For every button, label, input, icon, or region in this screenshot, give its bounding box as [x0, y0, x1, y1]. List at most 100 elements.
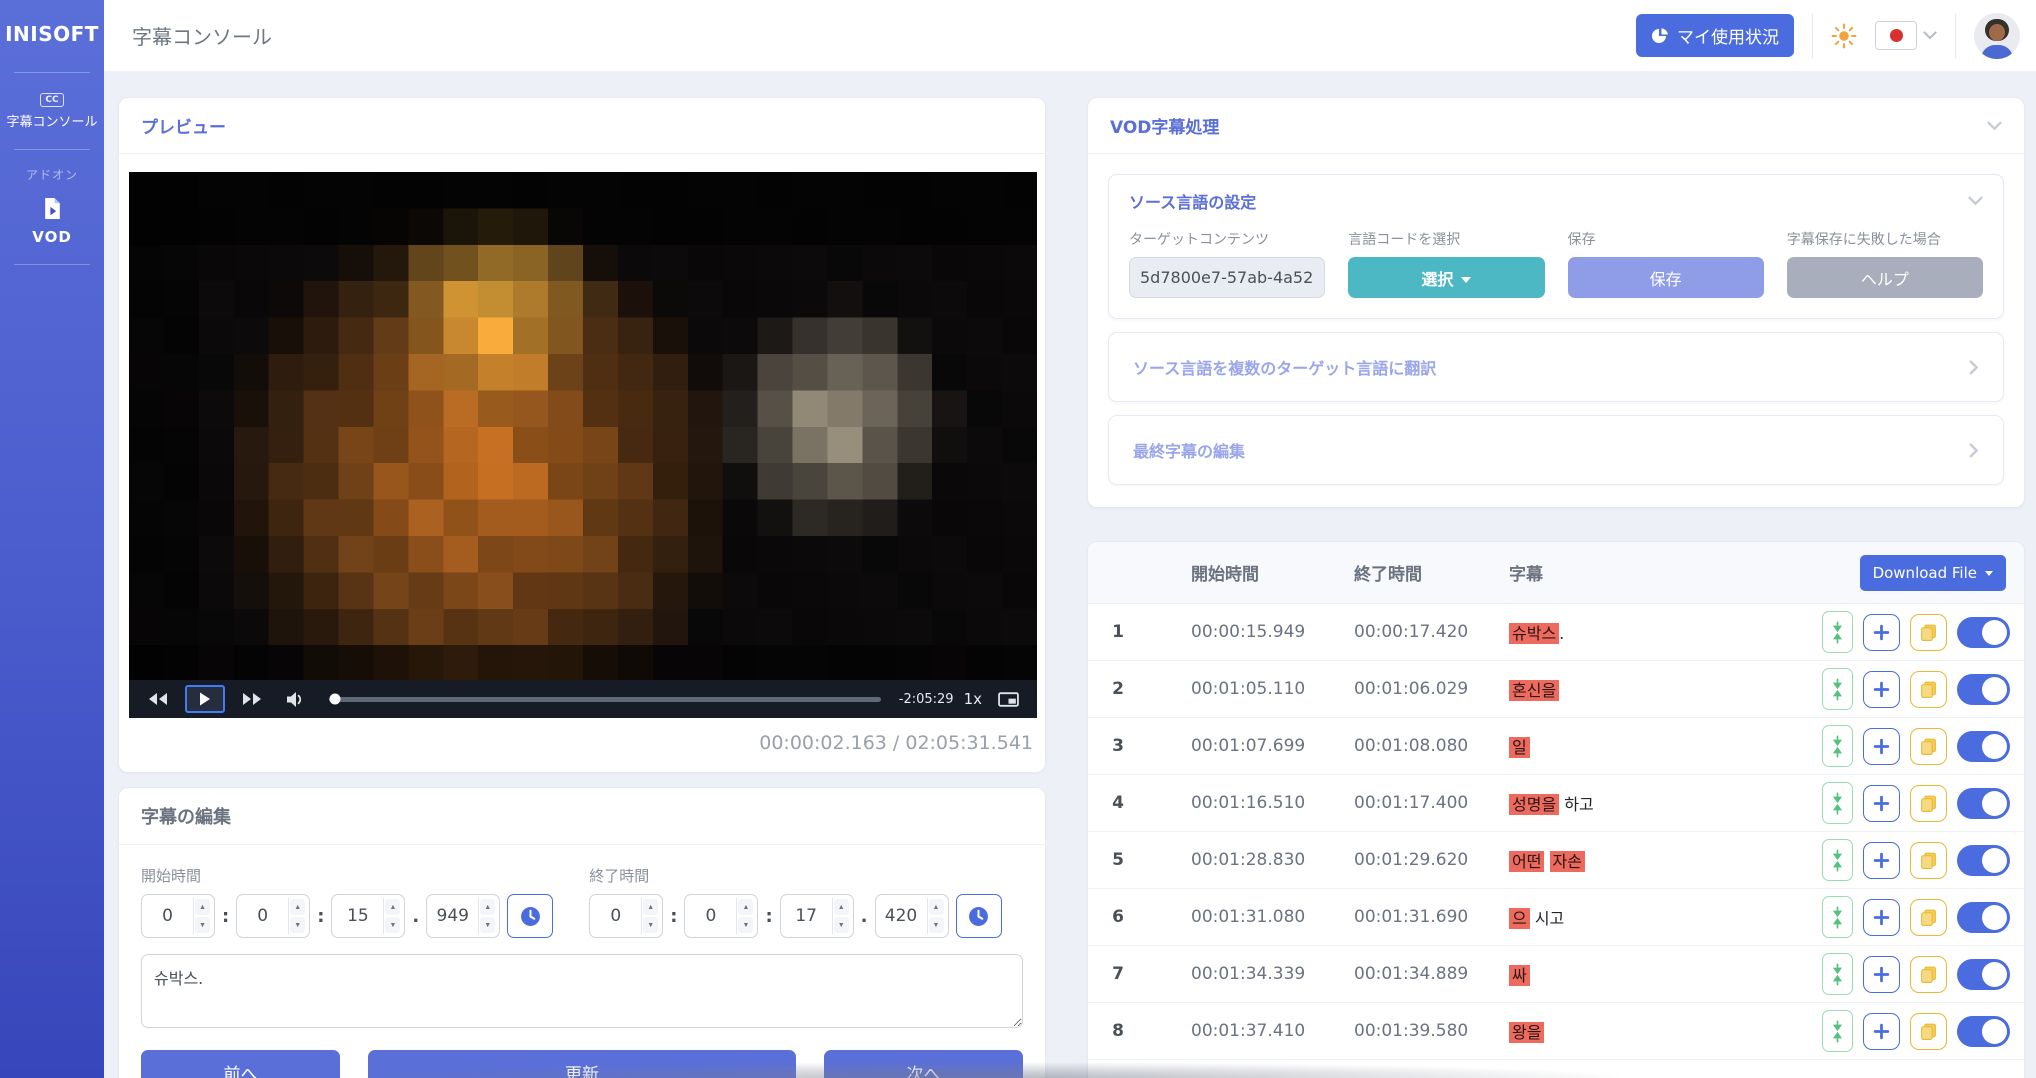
- sun-icon[interactable]: [1831, 23, 1857, 49]
- video-timecode: 00:00:02.163 / 02:05:31.541: [129, 718, 1035, 758]
- volume-button[interactable]: [279, 687, 311, 712]
- copy-row-button[interactable]: [1910, 614, 1947, 651]
- spinner-up[interactable]: ▲: [834, 899, 849, 915]
- row-start-time: 00:01:05.110: [1191, 679, 1354, 699]
- merge-rows-button[interactable]: [1822, 839, 1853, 881]
- copy-row-button[interactable]: [1910, 671, 1947, 708]
- previous-button[interactable]: 前へ: [141, 1050, 340, 1078]
- start-hours-input[interactable]: 0 ▲▼: [141, 894, 215, 938]
- merge-rows-button[interactable]: [1822, 611, 1853, 653]
- clock-icon: [968, 906, 989, 927]
- row-start-time: 00:01:34.339: [1191, 964, 1354, 984]
- set-start-time-button[interactable]: [507, 894, 553, 938]
- row-enabled-toggle[interactable]: [1957, 959, 2010, 990]
- play-button[interactable]: [185, 685, 225, 713]
- start-millis-input[interactable]: 949 ▲▼: [426, 894, 500, 938]
- set-end-time-button[interactable]: [956, 894, 1002, 938]
- final-edit-section[interactable]: 最終字幕の編集: [1108, 415, 2004, 485]
- add-row-button[interactable]: [1863, 785, 1900, 822]
- add-row-button[interactable]: [1863, 1013, 1900, 1050]
- spinner-down[interactable]: ▼: [385, 917, 400, 933]
- merge-rows-button[interactable]: [1822, 725, 1853, 767]
- pip-button[interactable]: [992, 688, 1025, 711]
- merge-rows-button[interactable]: [1822, 782, 1853, 824]
- end-seconds-input[interactable]: 17 ▲▼: [780, 894, 854, 938]
- add-row-button[interactable]: [1863, 842, 1900, 879]
- copy-row-button[interactable]: [1910, 785, 1947, 822]
- seek-knob[interactable]: [329, 694, 340, 705]
- copy-row-button[interactable]: [1910, 899, 1947, 936]
- sidebar-item-label: 字幕コンソール: [6, 113, 98, 133]
- end-minutes-input[interactable]: 0 ▲▼: [684, 894, 758, 938]
- spinner-down[interactable]: ▼: [834, 917, 849, 933]
- user-avatar[interactable]: [1974, 13, 2020, 59]
- spinner-down[interactable]: ▼: [480, 917, 495, 933]
- top-header-bar: 字幕コンソール マイ使用状況: [104, 0, 2036, 71]
- add-row-button[interactable]: [1863, 614, 1900, 651]
- sidebar-item-vod[interactable]: VOD: [0, 193, 104, 264]
- spinner-down[interactable]: ▼: [929, 917, 944, 933]
- add-row-button[interactable]: [1863, 956, 1900, 993]
- row-enabled-toggle[interactable]: [1957, 845, 2010, 876]
- source-language-title: ソース言語の設定: [1129, 189, 1256, 213]
- merge-rows-button[interactable]: [1822, 668, 1853, 710]
- target-content-input[interactable]: [1129, 257, 1325, 298]
- select-language-button[interactable]: 選択: [1348, 257, 1544, 298]
- spinner-up[interactable]: ▲: [929, 899, 944, 915]
- spinner-up[interactable]: ▲: [643, 899, 658, 915]
- add-row-button[interactable]: [1863, 728, 1900, 765]
- row-end-time: 00:01:39.580: [1354, 1021, 1509, 1041]
- chevron-right-icon: [1969, 360, 1979, 375]
- merge-rows-button[interactable]: [1822, 1010, 1853, 1052]
- merge-rows-button[interactable]: [1822, 953, 1853, 995]
- spinner-up[interactable]: ▲: [385, 899, 400, 915]
- end-millis-input[interactable]: 420 ▲▼: [875, 894, 949, 938]
- sidebar-item-subtitle-console[interactable]: CC 字幕コンソール: [0, 73, 104, 149]
- save-button[interactable]: 保存: [1568, 257, 1764, 298]
- copy-row-button[interactable]: [1910, 956, 1947, 993]
- copy-row-button[interactable]: [1910, 728, 1947, 765]
- spinner-down[interactable]: ▼: [195, 917, 210, 933]
- playback-speed[interactable]: 1x: [964, 690, 982, 708]
- row-enabled-toggle[interactable]: [1957, 617, 2010, 648]
- divider: [1955, 14, 1956, 58]
- spinner-down[interactable]: ▼: [290, 917, 305, 933]
- plus-icon: [1873, 909, 1890, 926]
- row-enabled-toggle[interactable]: [1957, 902, 2010, 933]
- preview-card: プレビュー: [118, 97, 1046, 773]
- spinner-up[interactable]: ▲: [480, 899, 495, 915]
- help-button[interactable]: ヘルプ: [1787, 257, 1983, 298]
- chevron-down-icon[interactable]: [1987, 121, 2002, 131]
- seek-bar[interactable]: [329, 697, 881, 702]
- spinner-down[interactable]: ▼: [643, 917, 658, 933]
- copy-row-button[interactable]: [1910, 842, 1947, 879]
- spinner-up[interactable]: ▲: [738, 899, 753, 915]
- chevron-down-icon[interactable]: [1968, 196, 1983, 206]
- my-usage-button[interactable]: マイ使用状況: [1636, 14, 1794, 57]
- row-enabled-toggle[interactable]: [1957, 674, 2010, 705]
- start-minutes-input[interactable]: 0 ▲▼: [236, 894, 310, 938]
- spinner-up[interactable]: ▲: [195, 899, 210, 915]
- add-row-button[interactable]: [1863, 671, 1900, 708]
- row-enabled-toggle[interactable]: [1957, 788, 2010, 819]
- merge-rows-button[interactable]: [1822, 896, 1853, 938]
- row-enabled-toggle[interactable]: [1957, 731, 2010, 762]
- rewind-button[interactable]: [141, 688, 175, 710]
- copy-row-button[interactable]: [1910, 1013, 1947, 1050]
- spinner-up[interactable]: ▲: [290, 899, 305, 915]
- row-enabled-toggle[interactable]: [1957, 1016, 2010, 1047]
- spinner-down[interactable]: ▼: [738, 917, 753, 933]
- translate-section[interactable]: ソース言語を複数のターゲット言語に翻訳: [1108, 332, 2004, 402]
- start-seconds-input[interactable]: 15 ▲▼: [331, 894, 405, 938]
- add-row-button[interactable]: [1863, 899, 1900, 936]
- download-file-button[interactable]: Download File: [1860, 555, 2006, 591]
- video-player[interactable]: -2:05:29 1x: [129, 172, 1037, 718]
- end-hours-input[interactable]: 0 ▲▼: [589, 894, 663, 938]
- fast-forward-button[interactable]: [235, 688, 269, 710]
- copy-icon: [1919, 1022, 1938, 1041]
- row-subtitle-text: 성명을 하고: [1509, 791, 1822, 815]
- language-selector[interactable]: [1875, 21, 1937, 50]
- copy-icon: [1919, 965, 1938, 984]
- subtitle-text-input[interactable]: 슈박스.: [141, 954, 1023, 1028]
- column-start-time: 開始時間: [1191, 560, 1354, 585]
